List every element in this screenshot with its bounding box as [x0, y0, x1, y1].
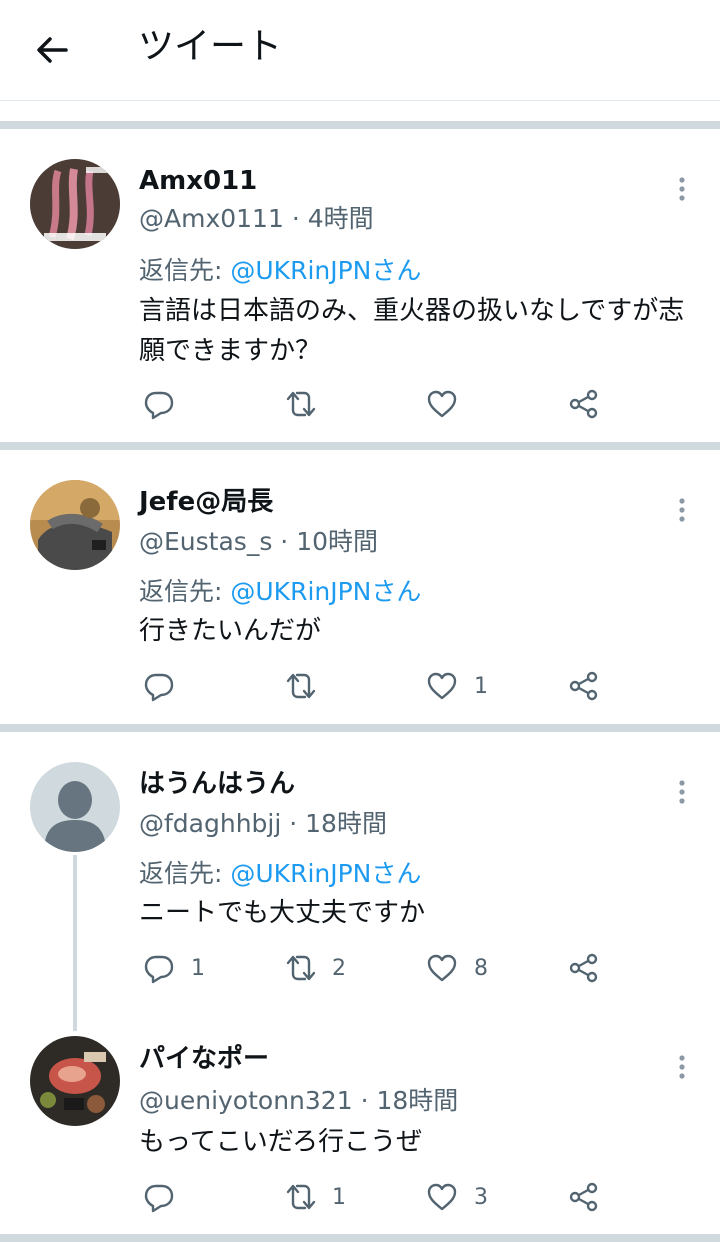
retweet-icon	[286, 1184, 316, 1210]
retweet-icon	[286, 955, 316, 981]
tweet[interactable]: パイなポー @ueniyotonn321 · 18時間 もってこいだろ行こうぜ …	[0, 1012, 720, 1234]
author-handle-time: @Eustas_s · 10時間	[139, 527, 378, 556]
back-arrow-icon[interactable]	[30, 28, 74, 72]
share-icon	[569, 953, 598, 983]
more-options-icon[interactable]	[670, 495, 694, 525]
tweet-text: 言語は日本語のみ、重火器の扱いなしですが志願できますか？	[139, 296, 685, 366]
more-options-icon[interactable]	[670, 174, 694, 204]
retweet-count: 2	[332, 956, 346, 981]
share-icon	[569, 389, 598, 419]
like-count: 8	[474, 956, 488, 981]
heart-icon	[427, 954, 457, 982]
top-bar: ツイート	[0, 0, 720, 101]
section-divider	[0, 442, 720, 450]
tweet[interactable]: はうんはうん @fdaghhbjj · 18時間 返信先: @UKRinJPNさ…	[0, 732, 720, 1012]
like-count: 3	[474, 1185, 488, 1210]
page-title: ツイート	[138, 26, 283, 67]
reply-to: 返信先: @UKRinJPNさん	[139, 256, 422, 285]
reply-icon	[144, 1184, 174, 1213]
author-handle-time: @ueniyotonn321 · 18時間	[139, 1086, 459, 1115]
section-divider	[0, 1234, 720, 1242]
section-divider	[0, 724, 720, 732]
like-count: 1	[474, 674, 488, 699]
default-avatar-icon[interactable]	[30, 762, 120, 852]
tweet-text: 行きたいんだが	[139, 616, 322, 646]
retweet-icon	[286, 391, 316, 417]
retweet-icon	[286, 673, 316, 699]
heart-icon	[427, 390, 457, 418]
share-icon	[569, 671, 598, 701]
author-name[interactable]: Amx011	[139, 164, 257, 198]
author-name[interactable]: はうんはうん	[139, 767, 295, 801]
heart-icon	[427, 1183, 457, 1211]
author-handle-time: @Amx0111 · 4時間	[139, 204, 374, 233]
author-name[interactable]: Jefe@局長	[139, 485, 273, 519]
avatar[interactable]	[30, 159, 120, 249]
reply-icon	[144, 391, 174, 420]
mention-link[interactable]: @UKRinJPNさん	[230, 577, 421, 606]
reply-to: 返信先: @UKRinJPNさん	[139, 859, 422, 888]
section-divider	[0, 121, 720, 129]
tweet-text: もってこいだろ行こうぜ	[139, 1127, 423, 1157]
more-options-icon[interactable]	[670, 1052, 694, 1082]
reply-count: 1	[191, 956, 205, 981]
avatar[interactable]	[30, 1036, 120, 1126]
reply-to: 返信先: @UKRinJPNさん	[139, 577, 422, 606]
tweet-text: ニートでも大丈夫ですか	[139, 898, 426, 928]
mention-link[interactable]: @UKRinJPNさん	[230, 859, 421, 888]
tweet[interactable]: Amx011 @Amx0111 · 4時間 返信先: @UKRinJPNさん 言…	[0, 129, 720, 442]
mention-link[interactable]: @UKRinJPNさん	[230, 256, 421, 285]
reply-icon	[144, 955, 174, 984]
reply-icon	[144, 673, 174, 702]
heart-icon	[427, 672, 457, 700]
more-options-icon[interactable]	[670, 777, 694, 807]
retweet-count: 1	[332, 1185, 346, 1210]
author-handle-time: @fdaghhbjj · 18時間	[139, 809, 387, 838]
avatar[interactable]	[30, 480, 120, 570]
author-name[interactable]: パイなポー	[139, 1042, 269, 1076]
tweet[interactable]: Jefe@局長 @Eustas_s · 10時間 返信先: @UKRinJPNさ…	[0, 450, 720, 724]
share-icon	[569, 1182, 598, 1212]
